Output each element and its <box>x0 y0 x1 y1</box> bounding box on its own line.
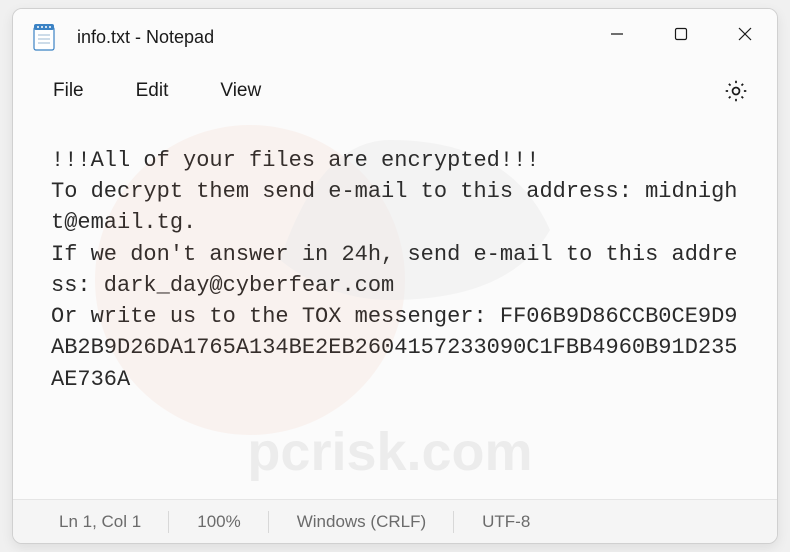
close-button[interactable] <box>713 9 777 59</box>
menu-file[interactable]: File <box>31 72 106 110</box>
window-controls <box>585 9 777 65</box>
status-zoom[interactable]: 100% <box>169 512 268 532</box>
status-cursor-position: Ln 1, Col 1 <box>59 512 169 532</box>
minimize-button[interactable] <box>585 9 649 59</box>
menu-edit[interactable]: Edit <box>114 72 191 110</box>
maximize-button[interactable] <box>649 9 713 59</box>
status-encoding: UTF-8 <box>454 512 558 532</box>
statusbar: Ln 1, Col 1 100% Windows (CRLF) UTF-8 <box>13 499 777 543</box>
titlebar[interactable]: info.txt - Notepad <box>13 9 777 65</box>
notepad-app-icon <box>33 23 55 51</box>
settings-button[interactable] <box>713 68 759 114</box>
menu-view[interactable]: View <box>198 72 283 110</box>
status-line-ending: Windows (CRLF) <box>269 512 454 532</box>
notepad-window: info.txt - Notepad File Edit View !!!All… <box>12 8 778 544</box>
text-area[interactable]: !!!All of your files are encrypted!!! To… <box>13 117 777 499</box>
window-title: info.txt - Notepad <box>77 27 585 48</box>
menubar: File Edit View <box>13 65 777 117</box>
